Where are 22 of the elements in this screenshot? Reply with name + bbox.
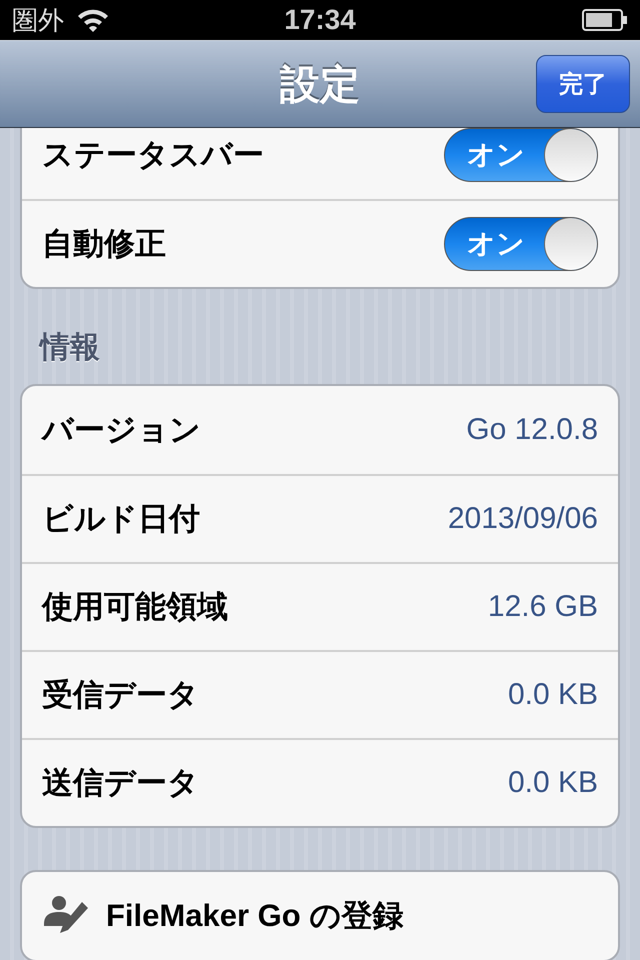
info-label: 使用可能領域 <box>42 588 228 626</box>
section-header: 情報 <box>38 330 101 366</box>
nav-title: 設定 <box>280 62 360 108</box>
info-value: 0.0 KB <box>508 766 598 800</box>
setting-label: 自動修正 <box>42 225 166 263</box>
register-button[interactable]: FileMaker Go の登録 <box>22 872 618 960</box>
battery-icon <box>582 8 628 32</box>
info-label: バージョン <box>42 411 201 449</box>
carrier-label: 圏外 <box>12 4 64 36</box>
info-value: 2013/09/06 <box>448 502 598 536</box>
wifi-icon <box>76 7 110 33</box>
info-label: ビルド日付 <box>42 500 200 538</box>
info-label: 受信データ <box>42 676 199 714</box>
info-value: 0.0 KB <box>508 678 598 712</box>
toggle-switch[interactable]: オン <box>444 128 598 182</box>
info-value: 12.6 GB <box>488 590 598 624</box>
setting-label: ステータスバー <box>42 136 264 174</box>
info-label: 送信データ <box>42 764 199 802</box>
info-value: Go 12.0.8 <box>466 413 598 447</box>
toggle-switch[interactable]: オン <box>444 217 598 271</box>
clock-time: 17:34 <box>284 4 356 35</box>
done-button[interactable]: 完了 <box>536 55 630 113</box>
